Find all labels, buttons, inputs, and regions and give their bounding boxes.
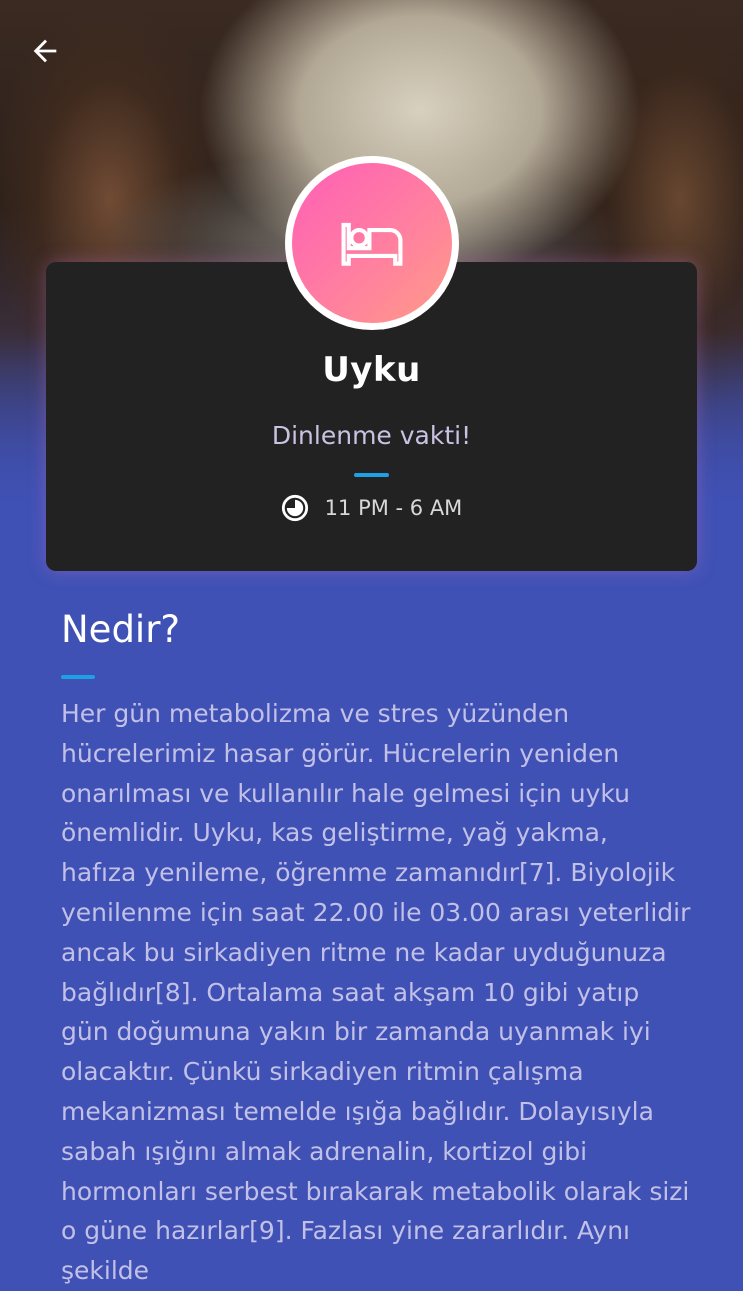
section-divider (61, 675, 95, 679)
section-body: Her gün metabolizma ve stres yüzünden hü… (61, 699, 691, 1286)
activity-title: Uyku (322, 350, 421, 390)
card-divider (354, 473, 389, 477)
bed-icon (341, 222, 403, 266)
clock-icon (281, 494, 308, 522)
section-title: Nedir? (61, 608, 181, 651)
activity-subtitle: Dinlenme vakti! (271, 421, 472, 450)
activity-avatar (285, 156, 459, 330)
arrow-left-icon (33, 39, 57, 63)
time-range-text: 11 PM - 6 AM (324, 496, 463, 520)
time-range-row: 11 PM - 6 AM (0, 494, 743, 522)
activity-avatar-circle (292, 163, 452, 323)
back-button[interactable] (22, 28, 68, 74)
